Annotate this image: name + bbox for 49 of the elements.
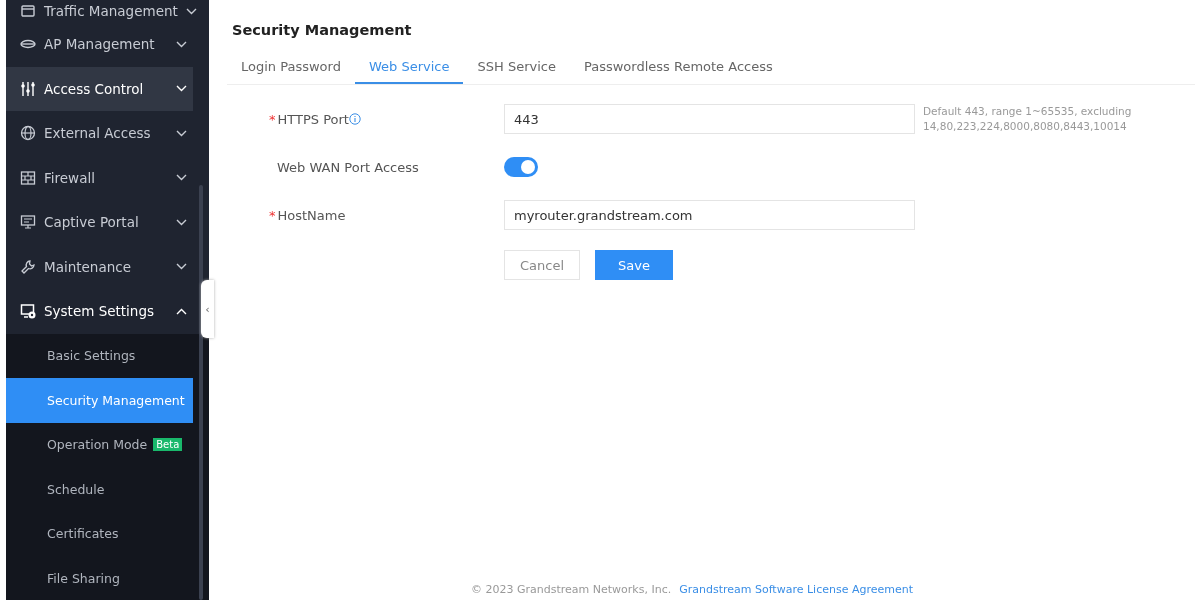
submenu-item[interactable]: Basic Settings <box>6 333 193 378</box>
required-mark: * <box>269 111 276 127</box>
required-mark: * <box>269 207 276 223</box>
submenu-item[interactable]: Schedule <box>6 467 193 512</box>
chevron-down-icon <box>176 218 187 226</box>
sidebar-menu-item[interactable]: Captive Portal <box>6 200 193 245</box>
collapse-handle[interactable]: ‹ <box>201 280 214 338</box>
sidebar-menu-item[interactable]: Traffic Management <box>6 0 193 22</box>
scrollbar[interactable] <box>199 185 203 600</box>
monitor-gear-icon <box>20 303 36 320</box>
chevron-down-icon <box>185 7 197 15</box>
field-label: HostName <box>277 207 346 223</box>
tab[interactable]: Login Password <box>227 50 355 84</box>
monitor-icon <box>20 214 36 231</box>
license-link[interactable]: Grandstream Software License Agreement <box>679 583 913 596</box>
submenu-item[interactable]: Certificates <box>6 511 193 556</box>
text-field[interactable]: 443 <box>504 104 915 134</box>
sidebar-menu-item[interactable]: Firewall <box>6 155 193 200</box>
sidebar-menu-item[interactable]: Access Control <box>6 66 193 111</box>
chevron-down-icon <box>176 129 187 137</box>
tab[interactable]: SSH Service <box>463 50 570 84</box>
field-label: HTTPS Port <box>277 111 349 127</box>
field-hint: Default 443, range 1~65535, excluding 14,80,223,224,8000,8080,8443,10014 <box>923 104 1133 134</box>
chevron-down-icon <box>176 40 187 48</box>
chevron-down-icon <box>176 85 187 93</box>
text-field[interactable]: myrouter.grandstream.com <box>504 200 915 230</box>
tab[interactable]: Web Service <box>354 50 464 84</box>
brick-wall-icon <box>20 169 36 186</box>
sidebar-menu-item[interactable]: External Access <box>6 111 193 156</box>
chevron-up-icon <box>176 307 187 315</box>
copyright-text: © 2023 Grandstream Networks, Inc. <box>471 583 672 596</box>
toggle-switch[interactable] <box>504 157 538 177</box>
sidebar-menu-item[interactable]: AP Management <box>6 22 193 67</box>
sidebar-menu-item[interactable]: Maintenance <box>6 244 193 289</box>
field-label: Web WAN Port Access <box>277 159 419 175</box>
tab[interactable]: Passwordless Remote Access <box>569 50 787 84</box>
beta-badge: Beta <box>153 438 183 452</box>
chevron-down-icon <box>176 174 187 182</box>
chevron-down-icon <box>176 263 187 271</box>
info-icon[interactable] <box>348 113 361 125</box>
sidebar-menu-item[interactable]: System Settings <box>6 289 193 334</box>
submenu-item[interactable]: File Sharing <box>6 556 193 600</box>
wrench-icon <box>20 258 36 275</box>
cancel-button[interactable]: Cancel <box>504 250 581 280</box>
submenu-item[interactable]: Operation Mode Beta <box>6 422 193 467</box>
sliders-icon <box>20 80 36 97</box>
page-title: Security Management <box>232 22 413 38</box>
globe-icon <box>20 125 36 142</box>
window-icon <box>20 3 36 19</box>
